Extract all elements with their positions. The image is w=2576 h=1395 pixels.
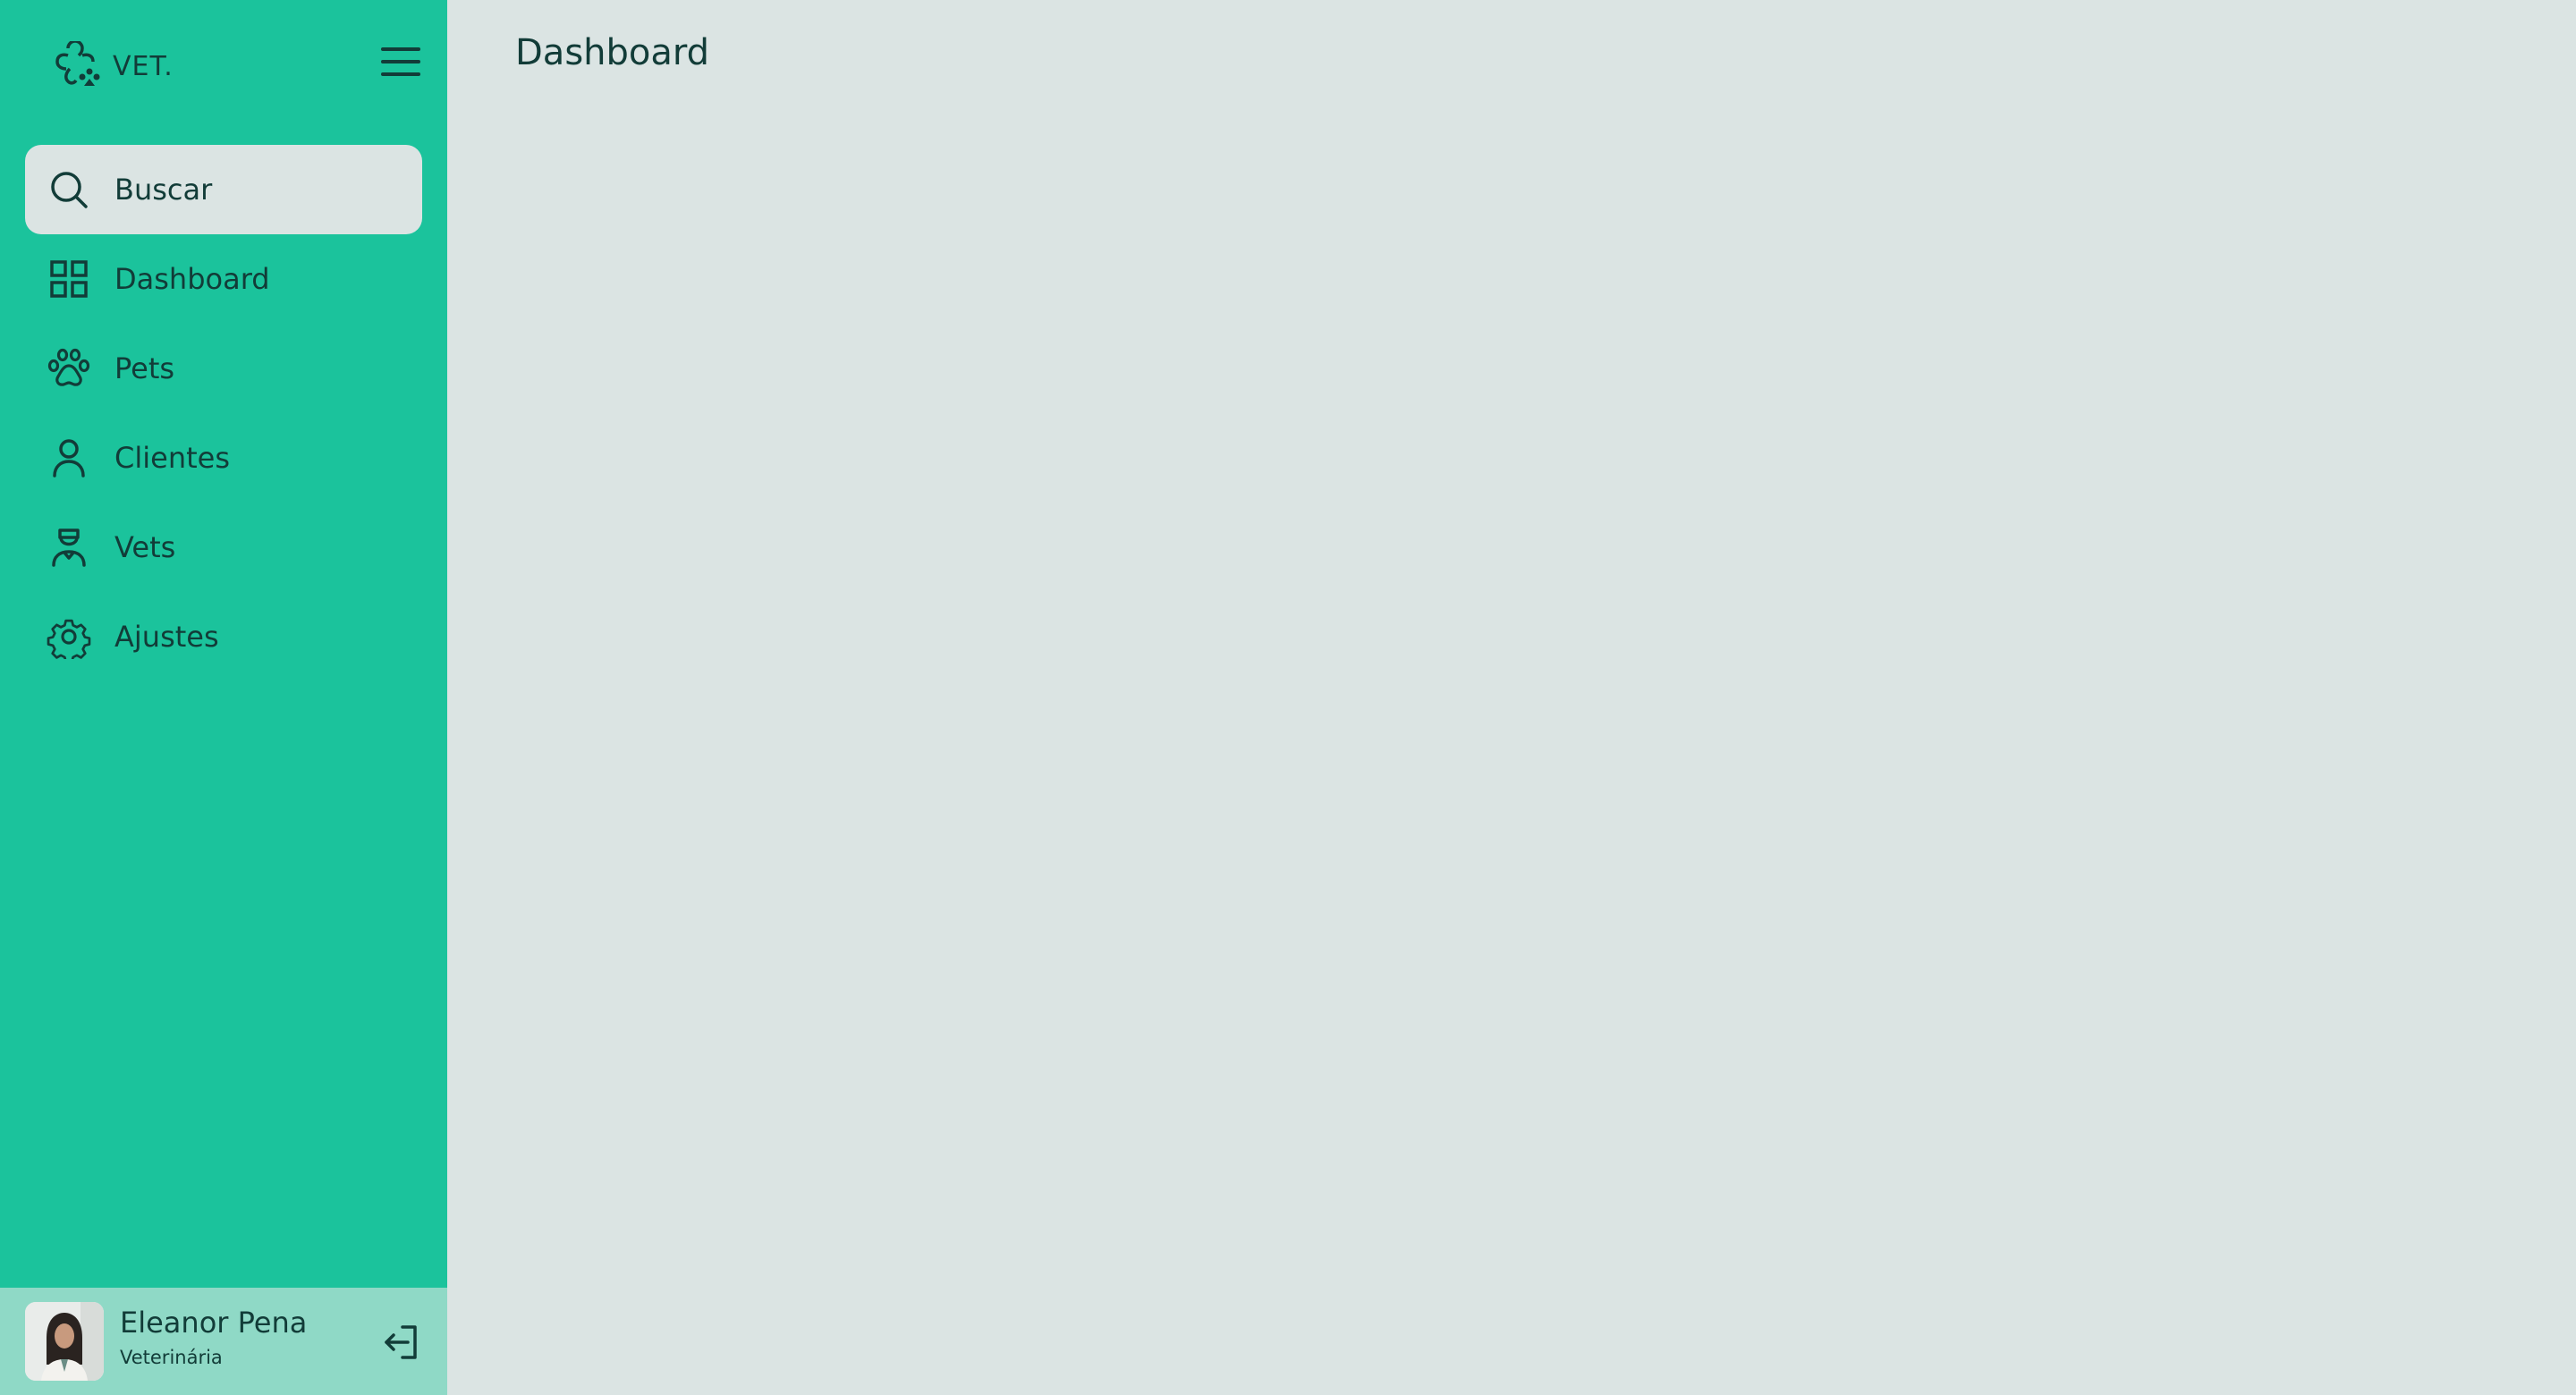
- gear-icon: [47, 614, 91, 664]
- sidebar-item-label: Ajustes: [114, 620, 219, 654]
- search-icon: [47, 167, 91, 212]
- paw-clover-logo-icon: [55, 41, 100, 86]
- sidebar-item-label: Dashboard: [114, 262, 270, 296]
- sidebar-nav: Buscar Dashboard Pets Clientes Vets Ajus…: [25, 145, 422, 681]
- avatar[interactable]: [25, 1302, 104, 1381]
- sidebar-item-clientes[interactable]: Clientes: [25, 413, 422, 503]
- sidebar-item-vets[interactable]: Vets: [25, 503, 422, 592]
- sidebar-item-label: Vets: [114, 530, 176, 564]
- page-title: Dashboard: [515, 32, 710, 73]
- sidebar-item-dashboard[interactable]: Dashboard: [25, 234, 422, 324]
- sidebar-item-pets[interactable]: Pets: [25, 324, 422, 413]
- vet-icon: [47, 525, 91, 570]
- user-profile-bar: Eleanor Pena Veterinária: [0, 1288, 447, 1395]
- hamburger-icon[interactable]: [381, 47, 420, 81]
- grid-icon: [47, 257, 91, 301]
- user-name: Eleanor Pena: [120, 1306, 308, 1340]
- sidebar: VET. Buscar Dashboard Pets Clientes Vets…: [0, 0, 447, 1395]
- sidebar-item-buscar[interactable]: Buscar: [25, 145, 422, 234]
- brand-name: VET.: [113, 50, 174, 82]
- brand[interactable]: VET.: [48, 41, 174, 91]
- paw-icon: [47, 346, 91, 391]
- sidebar-item-label: Pets: [114, 351, 175, 385]
- user-icon: [47, 435, 91, 480]
- sidebar-item-ajustes[interactable]: Ajustes: [25, 592, 422, 681]
- user-role: Veterinária: [120, 1347, 223, 1368]
- sidebar-item-label: Clientes: [114, 441, 230, 475]
- sidebar-item-label: Buscar: [114, 173, 213, 207]
- logout-icon[interactable]: [379, 1320, 424, 1365]
